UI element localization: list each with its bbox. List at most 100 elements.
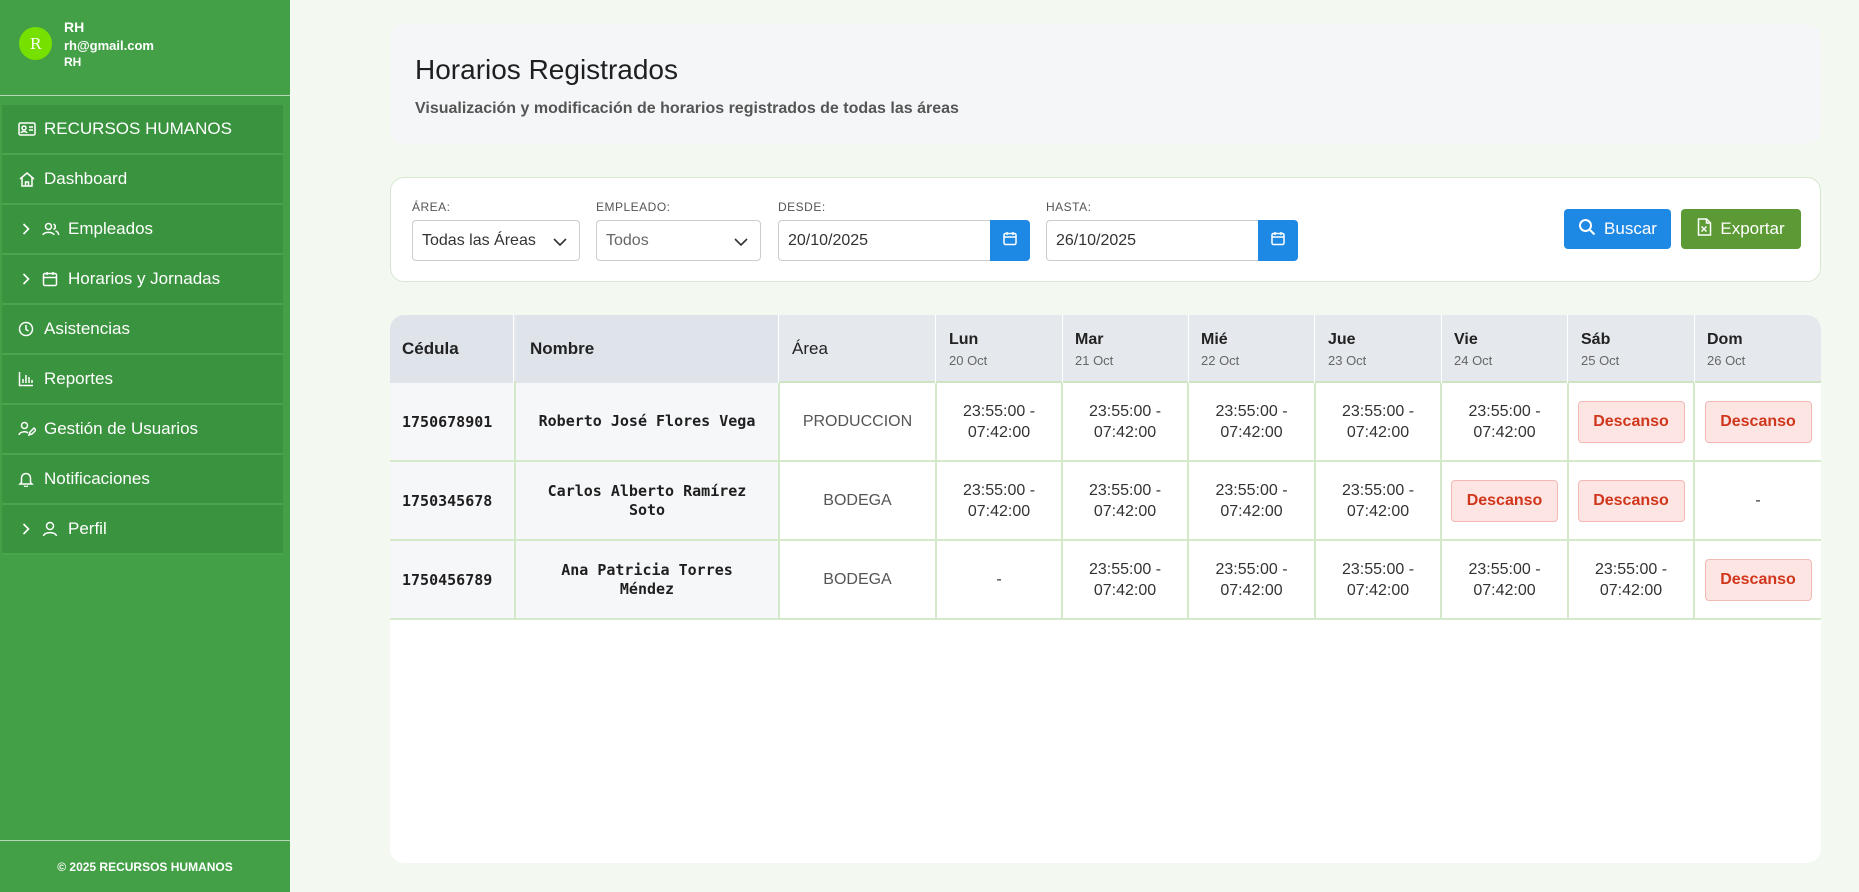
schedule-cell[interactable]: 23:55:00 - 07:42:00 xyxy=(1316,462,1442,539)
bell-icon xyxy=(18,470,38,488)
schedule-cell[interactable]: 23:55:00 - 07:42:00 xyxy=(1569,541,1695,618)
schedule-cell[interactable]: Descanso xyxy=(1442,462,1569,539)
area-select-value: Todas las Áreas xyxy=(422,231,536,249)
id-card-icon xyxy=(18,120,38,138)
area-select[interactable]: Todas las Áreas xyxy=(412,220,580,261)
nombre-cell: Roberto José Flores Vega xyxy=(516,383,780,460)
header-nombre-label: Nombre xyxy=(530,339,595,358)
table-row[interactable]: 1750678901 Roberto José Flores Vega PROD… xyxy=(390,383,1821,462)
area-cell: BODEGA xyxy=(780,541,937,618)
schedule-cell[interactable]: Descanso xyxy=(1695,541,1821,618)
users-icon xyxy=(42,220,62,238)
sidebar-item-gestion-usuarios[interactable]: Gestión de Usuarios xyxy=(2,405,283,455)
table-row[interactable]: 1750456789 Ana Patricia Torres Méndez BO… xyxy=(390,541,1821,620)
schedule-time: 23:55:00 - 07:42:00 xyxy=(1088,560,1162,599)
sidebar-item-empleados[interactable]: Empleados xyxy=(2,205,283,255)
schedule-cell[interactable]: - xyxy=(937,541,1063,618)
schedule-cell[interactable]: 23:55:00 - 07:42:00 xyxy=(1316,383,1442,460)
sidebar-item-label: Horarios y Jornadas xyxy=(68,269,221,288)
header-day-mie: Mié 22 Oct xyxy=(1189,315,1315,383)
sidebar-item-asistencias[interactable]: Asistencias xyxy=(2,305,283,355)
header-cedula[interactable]: Cédula xyxy=(390,315,514,383)
rest-badge[interactable]: Descanso xyxy=(1577,479,1685,522)
schedule-cell[interactable]: Descanso xyxy=(1569,462,1695,539)
schedule-cell[interactable]: Descanso xyxy=(1695,383,1821,460)
nombre-cell: Ana Patricia Torres Méndez xyxy=(516,541,780,618)
user-edit-icon xyxy=(18,420,38,438)
user-name: RH xyxy=(64,19,85,35)
sidebar-item-notificaciones[interactable]: Notificaciones xyxy=(2,455,283,505)
table-row[interactable]: 1750345678 Carlos Alberto Ramírez Soto B… xyxy=(390,462,1821,541)
day-name: Vie xyxy=(1454,330,1478,348)
schedule-cell[interactable]: 23:55:00 - 07:42:00 xyxy=(1189,541,1316,618)
schedule-cell[interactable]: 23:55:00 - 07:42:00 xyxy=(1063,462,1189,539)
rest-badge[interactable]: Descanso xyxy=(1704,558,1812,601)
sidebar-item-reportes[interactable]: Reportes xyxy=(2,355,283,405)
calendar-icon xyxy=(42,270,62,288)
calendar-icon xyxy=(1003,231,1017,251)
schedule-time: 23:55:00 - 07:42:00 xyxy=(1468,402,1541,441)
rest-badge[interactable]: Descanso xyxy=(1451,479,1558,522)
to-date-picker-button[interactable] xyxy=(1258,220,1298,261)
schedule-cell[interactable]: 23:55:00 - 07:42:00 xyxy=(1063,383,1189,460)
schedule-cell[interactable]: 23:55:00 - 07:42:00 xyxy=(1189,462,1316,539)
header-area[interactable]: Área xyxy=(780,315,936,383)
chevron-right-icon xyxy=(22,223,36,235)
day-name: Mar xyxy=(1075,330,1104,348)
day-name: Jue xyxy=(1328,330,1356,348)
day-name: Lun xyxy=(949,330,979,348)
user-box: R RH rh@gmail.com RH xyxy=(0,0,290,96)
export-button[interactable]: Exportar xyxy=(1681,209,1801,249)
schedule-cell[interactable]: 23:55:00 - 07:42:00 xyxy=(1189,383,1316,460)
day-date: 22 Oct xyxy=(1201,352,1240,368)
sidebar-item-perfil[interactable]: Perfil xyxy=(2,505,283,555)
header-day-mar: Mar 21 Oct xyxy=(1063,315,1189,383)
sidebar-item-horarios[interactable]: Horarios y Jornadas xyxy=(2,255,283,305)
schedule-cell[interactable]: 23:55:00 - 07:42:00 xyxy=(1063,541,1189,618)
export-button-label: Exportar xyxy=(1720,219,1785,238)
avatar[interactable]: R xyxy=(19,27,52,60)
schedule-time: 23:55:00 - 07:42:00 xyxy=(1341,560,1415,599)
to-label: HASTA: xyxy=(1046,200,1092,214)
search-button[interactable]: Buscar xyxy=(1564,209,1671,249)
header-day-lun: Lun 20 Oct xyxy=(937,315,1063,383)
day-date: 20 Oct xyxy=(949,352,988,368)
schedule-time: 23:55:00 - 07:42:00 xyxy=(1215,481,1288,520)
page-subtitle: Visualización y modificación de horarios… xyxy=(415,100,959,117)
employee-label: EMPLEADO: xyxy=(596,200,671,214)
schedule-cell[interactable]: Descanso xyxy=(1569,383,1695,460)
schedule-time: 23:55:00 - 07:42:00 xyxy=(1088,481,1162,520)
sidebar-item-recursos-humanos[interactable]: RECURSOS HUMANOS xyxy=(2,105,283,155)
clock-icon xyxy=(18,320,38,338)
to-date-input[interactable]: 26/10/2025 xyxy=(1046,220,1258,261)
schedule-cell[interactable]: 23:55:00 - 07:42:00 xyxy=(937,462,1063,539)
header-nombre[interactable]: Nombre xyxy=(516,315,779,383)
employee-select[interactable]: Todos xyxy=(596,220,761,261)
schedule-cell[interactable]: 23:55:00 - 07:42:00 xyxy=(1316,541,1442,618)
schedule-cell[interactable]: - xyxy=(1695,462,1821,539)
day-name: Dom xyxy=(1707,330,1743,348)
sidebar: R RH rh@gmail.com RH RECURSOS HUMANOS Da… xyxy=(0,0,290,892)
rest-badge[interactable]: Descanso xyxy=(1704,400,1812,443)
cedula-cell: 1750678901 xyxy=(390,383,516,460)
day-name: Sáb xyxy=(1581,330,1611,348)
schedule-cell[interactable]: 23:55:00 - 07:42:00 xyxy=(1442,541,1569,618)
chevron-right-icon xyxy=(22,273,36,285)
nombre-cell: Carlos Alberto Ramírez Soto xyxy=(516,462,780,539)
sidebar-item-dashboard[interactable]: Dashboard xyxy=(2,155,283,205)
to-date-value: 26/10/2025 xyxy=(1056,231,1137,249)
area-label: ÁREA: xyxy=(412,200,451,214)
filter-bar: ÁREA: Todas las Áreas EMPLEADO: Todos DE… xyxy=(390,177,1821,282)
home-icon xyxy=(18,170,38,188)
from-date-input[interactable]: 20/10/2025 xyxy=(778,220,990,261)
chevron-down-icon xyxy=(734,234,748,252)
sidebar-item-label: Perfil xyxy=(68,519,107,538)
area-cell: PRODUCCION xyxy=(780,383,937,460)
rest-badge[interactable]: Descanso xyxy=(1577,400,1685,443)
from-date-picker-button[interactable] xyxy=(990,220,1030,261)
header-day-jue: Jue 23 Oct xyxy=(1316,315,1442,383)
schedule-cell[interactable]: 23:55:00 - 07:42:00 xyxy=(937,383,1063,460)
schedule-time: 23:55:00 - 07:42:00 xyxy=(1215,402,1288,441)
schedule-cell[interactable]: 23:55:00 - 07:42:00 xyxy=(1442,383,1569,460)
schedule-time: 23:55:00 - 07:42:00 xyxy=(962,481,1036,520)
